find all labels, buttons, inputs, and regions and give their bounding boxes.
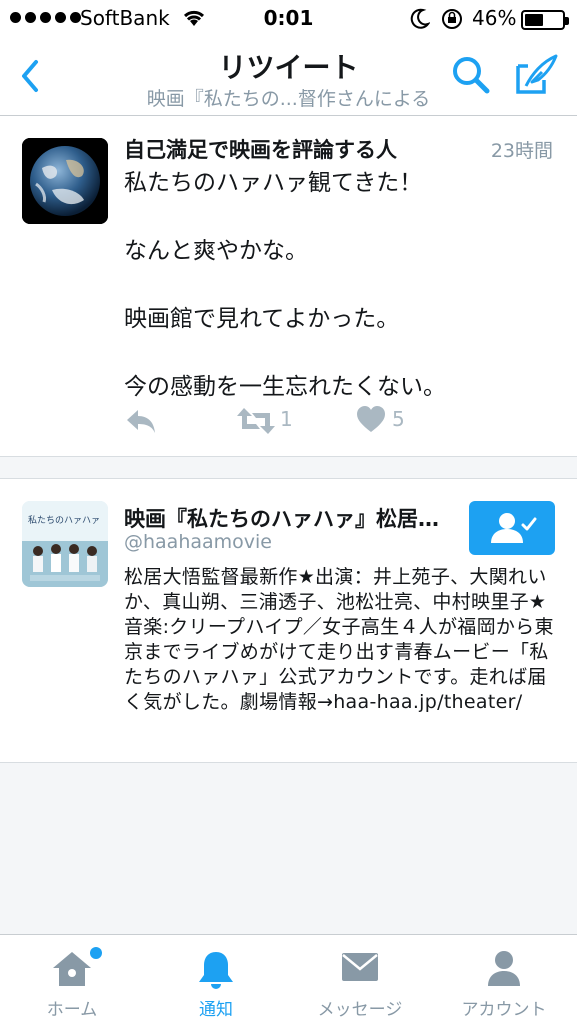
user-display-name[interactable]: 映画『私たちのハァハァ』松居大悟監督作 <box>124 503 459 533</box>
status-bar: SoftBank 0:01 46% <box>0 0 577 38</box>
user-bio: 松居大悟監督最新作★出演：井上苑子、大関れいか、真山朔、三浦透子、池松壮亮、中村… <box>124 566 554 713</box>
tab-label: ホーム <box>46 1000 98 1020</box>
compose-icon <box>516 54 558 94</box>
tab-account[interactable]: アカウント <box>432 935 576 1024</box>
envelope-icon <box>342 953 378 981</box>
tab-home[interactable]: ホーム <box>0 935 144 1024</box>
reply-button[interactable] <box>124 404 158 438</box>
earth-image <box>22 138 108 224</box>
person-icon <box>488 951 520 986</box>
tweet-author-name[interactable]: 自己満足で映画を評論する人 <box>124 134 397 164</box>
avatar[interactable]: 私たちのハァハァ <box>22 501 108 587</box>
search-icon <box>453 57 490 94</box>
like-button[interactable]: 5 <box>356 404 436 438</box>
retweet-icon <box>237 408 275 434</box>
compose-button[interactable] <box>514 52 560 96</box>
battery-percent: 46% <box>472 6 517 30</box>
moon-icon <box>410 8 430 29</box>
tweet-card[interactable]: 自己満足で映画を評論する人 23時間 私たちのハァハァ観てきた！ なんと爽やかな… <box>0 116 577 457</box>
tweet-timestamp: 23時間 <box>490 140 553 162</box>
following-user-icon <box>491 513 537 543</box>
heart-icon <box>357 406 385 432</box>
battery-icon <box>521 10 569 30</box>
retweet-button[interactable]: 1 <box>236 404 316 438</box>
tab-bar: ホーム 通知 メッセージ アカウント <box>0 934 577 1024</box>
navigation-bar: リツイート 映画『私たちの...督作さんによる <box>0 38 577 116</box>
like-count: 5 <box>392 407 405 431</box>
notification-dot <box>90 947 102 959</box>
movie-poster-image: 私たちのハァハァ <box>22 501 108 587</box>
rotation-lock-icon <box>442 9 462 29</box>
tab-notifications[interactable]: 通知 <box>144 935 288 1024</box>
user-card[interactable]: 私たちのハァハァ 映画『私たちのハァハァ』松居大悟監督作 @haahaamovi… <box>0 478 577 763</box>
tab-label: 通知 <box>199 1000 233 1020</box>
user-handle: @haahaamovie <box>124 531 273 553</box>
following-button[interactable] <box>469 501 555 555</box>
poster-caption: 私たちのハァハァ <box>28 515 100 526</box>
home-icon <box>53 952 91 986</box>
tab-label: メッセージ <box>317 1000 403 1020</box>
retweet-count: 1 <box>280 407 293 431</box>
search-button[interactable] <box>450 54 492 96</box>
tab-messages[interactable]: メッセージ <box>288 935 432 1024</box>
bell-icon <box>199 952 233 989</box>
tab-label: アカウント <box>461 1000 547 1020</box>
tweet-actions: 1 5 <box>124 404 554 440</box>
avatar[interactable] <box>22 138 108 224</box>
tweet-text: 私たちのハァハァ観てきた！ なんと爽やかな。 映画館で見れてよかった。 今の感動… <box>124 170 446 400</box>
reply-icon <box>127 410 155 433</box>
